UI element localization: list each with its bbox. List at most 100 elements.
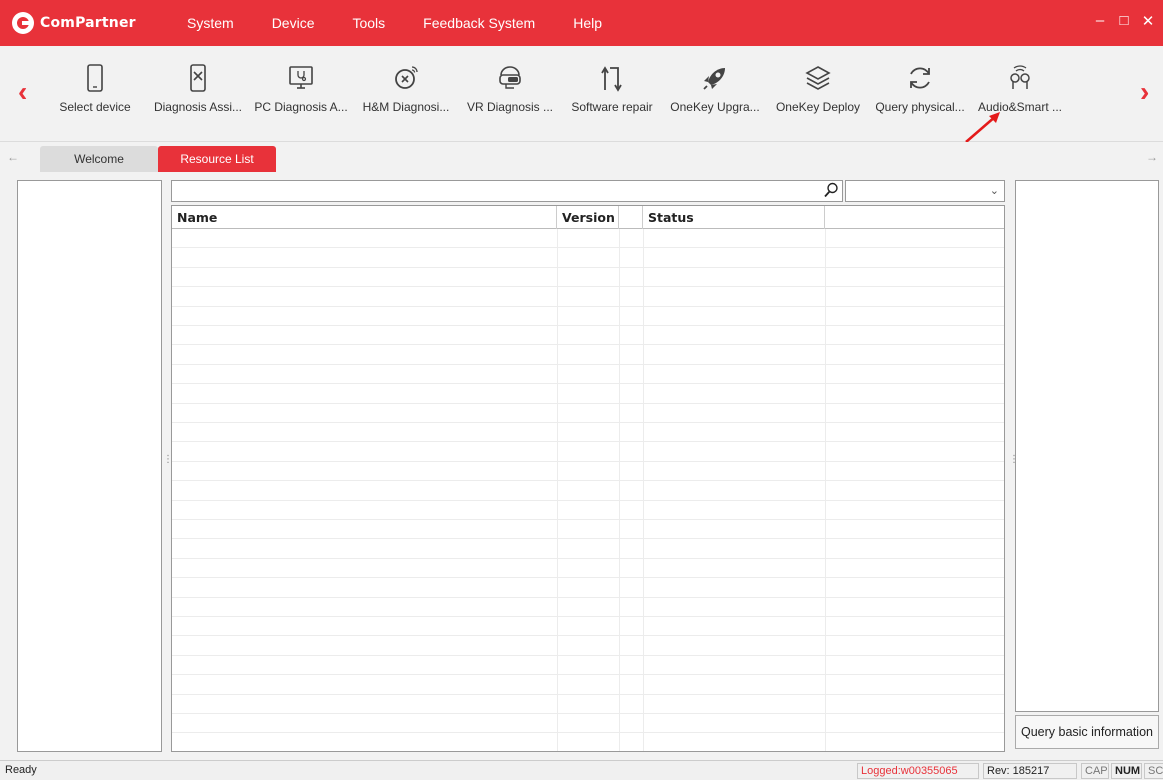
table-header: Name Version Status xyxy=(172,206,1004,229)
app-logo: ComPartner xyxy=(12,12,162,34)
table-row xyxy=(172,423,1004,443)
table-row xyxy=(172,578,1004,598)
column-divider xyxy=(619,229,620,751)
table-row xyxy=(172,307,1004,326)
window-controls: – □ ✕ xyxy=(1093,12,1155,30)
table-row xyxy=(172,539,1004,559)
toolbar-prev-arrow[interactable]: ‹ xyxy=(18,76,27,108)
toolbar-audio-smart[interactable]: Audio&Smart ... xyxy=(974,60,1066,114)
status-bar: Ready Logged:w00355065 Rev: 185217 CAP N… xyxy=(0,760,1163,780)
minimize-button[interactable]: – xyxy=(1093,12,1107,30)
menu-feedback-system[interactable]: Feedback System xyxy=(423,15,535,31)
tab-label: Resource List xyxy=(180,152,254,166)
tab-back-arrow[interactable]: ← xyxy=(7,150,19,164)
toolbar-label: Query physical... xyxy=(875,100,965,114)
column-header-name[interactable]: Name xyxy=(172,206,557,229)
rocket-icon xyxy=(664,60,766,96)
status-logged-in: Logged:w00355065 xyxy=(857,763,979,779)
filter-dropdown[interactable]: ⌄ xyxy=(845,180,1005,202)
table-row xyxy=(172,617,1004,637)
toolbar-software-repair[interactable]: Software repair xyxy=(564,60,660,114)
column-header-version[interactable]: Version xyxy=(557,206,619,229)
toolbar-label: Select device xyxy=(59,100,131,114)
toolbar-select-device[interactable]: Select device xyxy=(56,60,134,114)
toolbar-label: H&M Diagnosi... xyxy=(362,100,450,114)
chevron-down-icon: ⌄ xyxy=(989,185,999,197)
layers-icon xyxy=(770,60,866,96)
menu-help[interactable]: Help xyxy=(573,15,602,31)
search-input[interactable] xyxy=(171,180,843,202)
main-area: ⋮ ⌄ Name Version Status ⋮ Query basic in… xyxy=(0,172,1163,760)
status-revision: Rev: 185217 xyxy=(983,763,1077,779)
table-row xyxy=(172,733,1004,751)
watch-icon xyxy=(356,60,456,96)
table-row xyxy=(172,501,1004,520)
status-caps-lock: CAP xyxy=(1081,763,1109,779)
resource-list-panel: ⌄ Name Version Status xyxy=(171,180,1007,752)
title-bar: ComPartner System Device Tools Feedback … xyxy=(0,0,1163,46)
table-row xyxy=(172,442,1004,462)
column-header-blank[interactable] xyxy=(619,206,643,229)
toolbar-label: PC Diagnosis A... xyxy=(254,100,348,114)
table-row xyxy=(172,675,1004,695)
table-row xyxy=(172,326,1004,346)
column-divider xyxy=(825,229,826,751)
toolbar-label: Software repair xyxy=(571,100,653,114)
table-row xyxy=(172,229,1004,249)
earbuds-icon xyxy=(974,60,1066,96)
table-row xyxy=(172,559,1004,579)
column-header-extra[interactable] xyxy=(825,206,1004,229)
phone-icon xyxy=(56,60,134,96)
toolbar-query-physical[interactable]: Query physical... xyxy=(870,60,970,114)
toolbar-label: OneKey Upgra... xyxy=(670,100,760,114)
table-row xyxy=(172,481,1004,501)
table-row xyxy=(172,520,1004,540)
toolbar-label: OneKey Deploy xyxy=(775,100,861,114)
menu-bar: System Device Tools Feedback System Help xyxy=(187,15,640,31)
toolbar-onekey-deploy[interactable]: OneKey Deploy xyxy=(770,60,866,114)
table-row xyxy=(172,462,1004,482)
logo-text: ComPartner xyxy=(40,15,136,31)
query-basic-information-button[interactable]: Query basic information xyxy=(1015,715,1159,749)
column-divider xyxy=(643,229,644,751)
menu-tools[interactable]: Tools xyxy=(352,15,385,31)
right-panel xyxy=(1015,180,1159,712)
vr-headset-icon xyxy=(462,60,558,96)
menu-system[interactable]: System xyxy=(187,15,234,31)
toolbar-onekey-upgrade[interactable]: OneKey Upgra... xyxy=(664,60,766,114)
status-ready: Ready xyxy=(5,764,37,776)
toolbar-hm-diagnosis[interactable]: H&M Diagnosi... xyxy=(356,60,456,114)
table-row xyxy=(172,714,1004,734)
table-row xyxy=(172,656,1004,676)
toolbar-label: Diagnosis Assi... xyxy=(153,100,243,114)
toolbar-pc-diagnosis[interactable]: PC Diagnosis A... xyxy=(252,60,350,114)
tab-resource-list[interactable]: Resource List xyxy=(158,146,276,172)
table-row xyxy=(172,365,1004,385)
close-button[interactable]: ✕ xyxy=(1141,12,1155,30)
table-row xyxy=(172,287,1004,307)
annotation-arrow-icon xyxy=(965,112,1000,143)
search-icon[interactable] xyxy=(822,181,840,199)
resource-table: Name Version Status xyxy=(171,205,1005,752)
status-scroll-lock: SCRL xyxy=(1144,763,1163,779)
tab-welcome[interactable]: Welcome xyxy=(40,146,158,172)
menu-device[interactable]: Device xyxy=(272,15,315,31)
column-divider xyxy=(557,229,558,751)
table-row xyxy=(172,404,1004,423)
tab-forward-arrow[interactable]: → xyxy=(1146,150,1158,164)
table-row xyxy=(172,636,1004,656)
table-row xyxy=(172,248,1004,268)
diagnosis-phone-icon xyxy=(150,60,246,96)
toolbar-next-arrow[interactable]: › xyxy=(1140,76,1149,108)
column-header-status[interactable]: Status xyxy=(643,206,825,229)
pc-diagnosis-icon xyxy=(252,60,350,96)
maximize-button[interactable]: □ xyxy=(1117,12,1131,30)
status-num-lock: NUM xyxy=(1111,763,1142,779)
toolbar-diagnosis-assistant[interactable]: Diagnosis Assi... xyxy=(150,60,246,114)
table-row xyxy=(172,384,1004,404)
toolbar-label: VR Diagnosis ... xyxy=(466,100,554,114)
left-panel xyxy=(17,180,162,752)
toolbar-vr-diagnosis[interactable]: VR Diagnosis ... xyxy=(462,60,558,114)
logo-icon xyxy=(12,12,34,34)
table-row xyxy=(172,345,1004,365)
